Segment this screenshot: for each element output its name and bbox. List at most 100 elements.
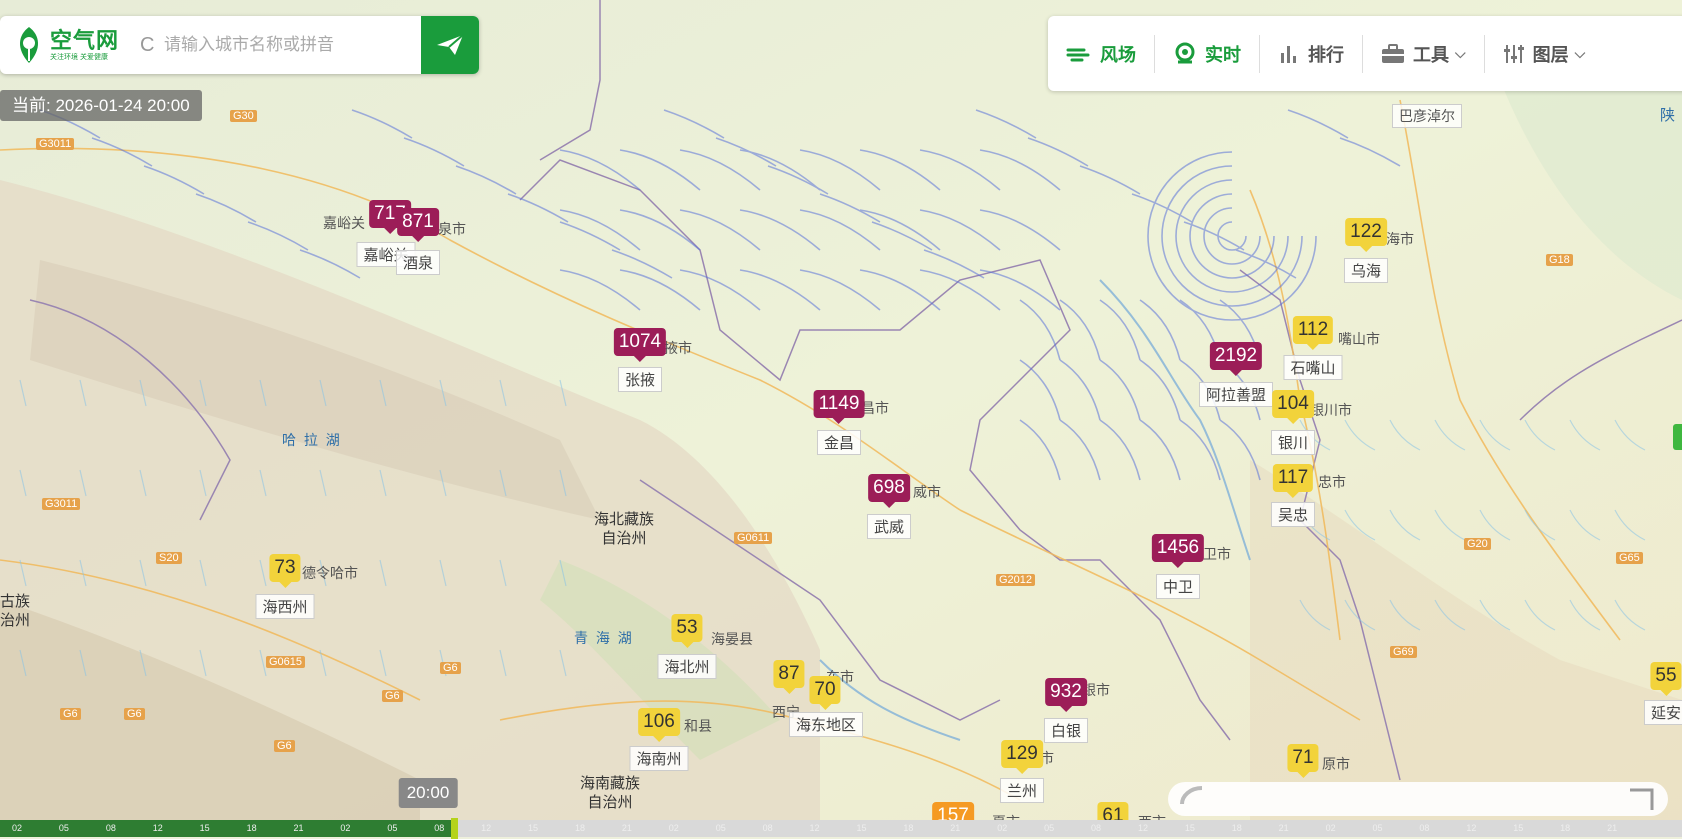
tool-tools-label: 工具: [1413, 44, 1449, 65]
tool-layers[interactable]: 图层 ⌵: [1485, 35, 1604, 73]
timeline-tick: 18: [574, 823, 585, 833]
road-shield: G2012: [996, 574, 1036, 586]
timeline-tooltip: 20:00: [398, 778, 458, 808]
city-label-wuwei[interactable]: 武威: [866, 514, 912, 539]
aqi-marker-hainan[interactable]: 106: [638, 708, 680, 742]
timeline-tick: 05: [1372, 823, 1383, 833]
aqi-marker-haibei[interactable]: 53: [671, 614, 703, 648]
wuzhong-suffix: 忠市: [1318, 474, 1346, 490]
bar-chart-icon: [1281, 45, 1296, 63]
city-label-jinchang[interactable]: 金昌: [816, 430, 862, 455]
road-shield: G65: [1616, 552, 1643, 564]
timeline-handle[interactable]: [451, 818, 459, 839]
road-shield: G69: [1390, 646, 1417, 658]
jiuquan-suffix: 泉市: [438, 221, 466, 237]
wind-icon: [1066, 48, 1090, 61]
aqi-marker-haixi[interactable]: 73: [269, 554, 301, 588]
road-shield: G18: [1546, 254, 1573, 266]
aqi-marker-guyuan[interactable]: 71: [1287, 744, 1319, 778]
logo-subtitle: 关注环境 关爱健康: [50, 53, 108, 61]
city-label-haixi[interactable]: 海西州: [255, 594, 315, 619]
side-panel-tab[interactable]: [1673, 424, 1682, 450]
city-label-haidong[interactable]: 海东地区: [788, 712, 864, 737]
city-label-yinchuan[interactable]: 银川: [1270, 430, 1316, 455]
tool-tools[interactable]: 工具 ⌵: [1363, 34, 1485, 73]
city-label-zhangye[interactable]: 张掖: [617, 367, 663, 392]
timeline-tick: 02: [997, 823, 1008, 833]
road-shield: G20: [1464, 538, 1491, 550]
aqi-marker-alashan[interactable]: 2192: [1209, 342, 1263, 376]
city-label-lanzhou[interactable]: 兰州: [999, 778, 1045, 803]
city-search-input[interactable]: [162, 34, 421, 56]
aqi-marker-wuwei[interactable]: 698: [868, 474, 910, 508]
timeline-bar[interactable]: 02 05 08 12 15 18 21 02 05 08 12 15 18 21 02 05 08 12 15 18…: [0, 818, 1682, 839]
aqi-marker-wuhai[interactable]: 122: [1345, 218, 1387, 252]
city-label-wuzhong[interactable]: 吴忠: [1270, 502, 1316, 527]
site-logo[interactable]: 空气网 关注环境 关爱健康: [0, 16, 140, 74]
timeline-tick: 05: [58, 823, 69, 833]
tool-realtime-label: 实时: [1205, 44, 1241, 65]
timeline-tick: 15: [528, 823, 539, 833]
refresh-icon[interactable]: C: [140, 34, 162, 57]
timeline-tick: 12: [809, 823, 820, 833]
aqi-marker-yanan[interactable]: 55: [1650, 662, 1682, 696]
aqi-marker-shizuishan[interactable]: 112: [1292, 316, 1334, 350]
tool-realtime[interactable]: 实时: [1155, 34, 1260, 73]
bayannaoer-label: 巴彦淖尔: [1392, 104, 1462, 128]
tool-ranking[interactable]: 排行: [1260, 34, 1363, 73]
current-time-badge: 当前: 2026-01-24 20:00: [0, 90, 202, 121]
playback-panel[interactable]: [1168, 782, 1668, 816]
aqi-marker-haidong[interactable]: 70: [809, 676, 841, 710]
city-label-alashan[interactable]: 阿拉善盟: [1198, 382, 1274, 407]
city-label-wuhai[interactable]: 乌海: [1343, 258, 1389, 283]
rewind-icon: [1180, 786, 1203, 805]
haixi-suffix: 德令哈市: [302, 565, 358, 581]
timeline-tick: 12: [1466, 823, 1477, 833]
timeline-tick: 05: [715, 823, 726, 833]
zhongwei-suffix: 卫市: [1203, 546, 1231, 562]
timeline-tick: 12: [481, 823, 492, 833]
aqi-marker-zhangye[interactable]: 1074: [613, 328, 667, 362]
city-label-shizuishan[interactable]: 石嘴山: [1283, 355, 1343, 380]
jinchang-suffix: 昌市: [861, 400, 889, 416]
aqi-marker-baiyin[interactable]: 932: [1045, 678, 1087, 712]
timeline-ticks: 02 05 08 12 15 18 21 02 05 08 12 15 18 21 02 05 08 12 15 18…: [0, 822, 1682, 835]
timeline-tick: 21: [950, 823, 961, 833]
top-toolbar: 风场 实时 排行 工具 ⌵ 图层 ⌵: [1048, 16, 1682, 91]
city-label-jiuquan[interactable]: 酒泉: [395, 250, 441, 275]
city-label-zhongwei[interactable]: 中卫: [1155, 574, 1201, 599]
road-shield: G0611: [734, 532, 773, 544]
qinghai-lake-label: 青 海 湖: [574, 630, 634, 646]
timeline-tick: 15: [1513, 823, 1524, 833]
search-button[interactable]: [421, 16, 479, 74]
briefcase-icon: [1382, 43, 1404, 63]
tool-wind[interactable]: 风场: [1048, 34, 1155, 73]
aqi-marker-yinchuan[interactable]: 104: [1272, 390, 1314, 424]
aqi-marker-lanzhou[interactable]: 129: [1001, 740, 1043, 774]
aqi-marker-wuzhong[interactable]: 117: [1272, 464, 1314, 498]
aqi-marker-jiuquan[interactable]: 871: [397, 208, 439, 242]
tool-layers-label: 图层: [1532, 44, 1569, 65]
timeline-tick: 21: [293, 823, 304, 833]
city-label-hainan[interactable]: 海南州: [629, 746, 689, 771]
road-shield: G6: [382, 690, 403, 702]
city-label-haibei[interactable]: 海北州: [657, 654, 717, 679]
hainan-suffix: 和县: [684, 718, 712, 734]
aqi-marker-xining[interactable]: 87: [773, 660, 805, 694]
timeline-tick: 18: [246, 823, 257, 833]
timeline-tick: 05: [387, 823, 398, 833]
road-shield: G6: [440, 662, 461, 674]
city-label-yanan[interactable]: 延安: [1643, 700, 1682, 725]
leaf-logo-icon: [19, 27, 39, 63]
road-shield: G6: [124, 708, 145, 720]
left-region-label: 古族 治州: [0, 593, 31, 629]
shizuishan-suffix: 嘴山市: [1338, 331, 1380, 347]
road-shield: G30: [230, 110, 257, 122]
jiayuguan-top-label: 嘉峪关: [323, 215, 365, 231]
aqi-marker-jinchang[interactable]: 1149: [813, 390, 865, 424]
timeline-tick: 18: [1231, 823, 1242, 833]
city-label-baiyin[interactable]: 白银: [1043, 718, 1089, 743]
chevron-down-icon: ⌵: [1574, 45, 1586, 61]
aqi-marker-zhongwei[interactable]: 1456: [1151, 534, 1205, 568]
timeline-tick: 08: [762, 823, 773, 833]
